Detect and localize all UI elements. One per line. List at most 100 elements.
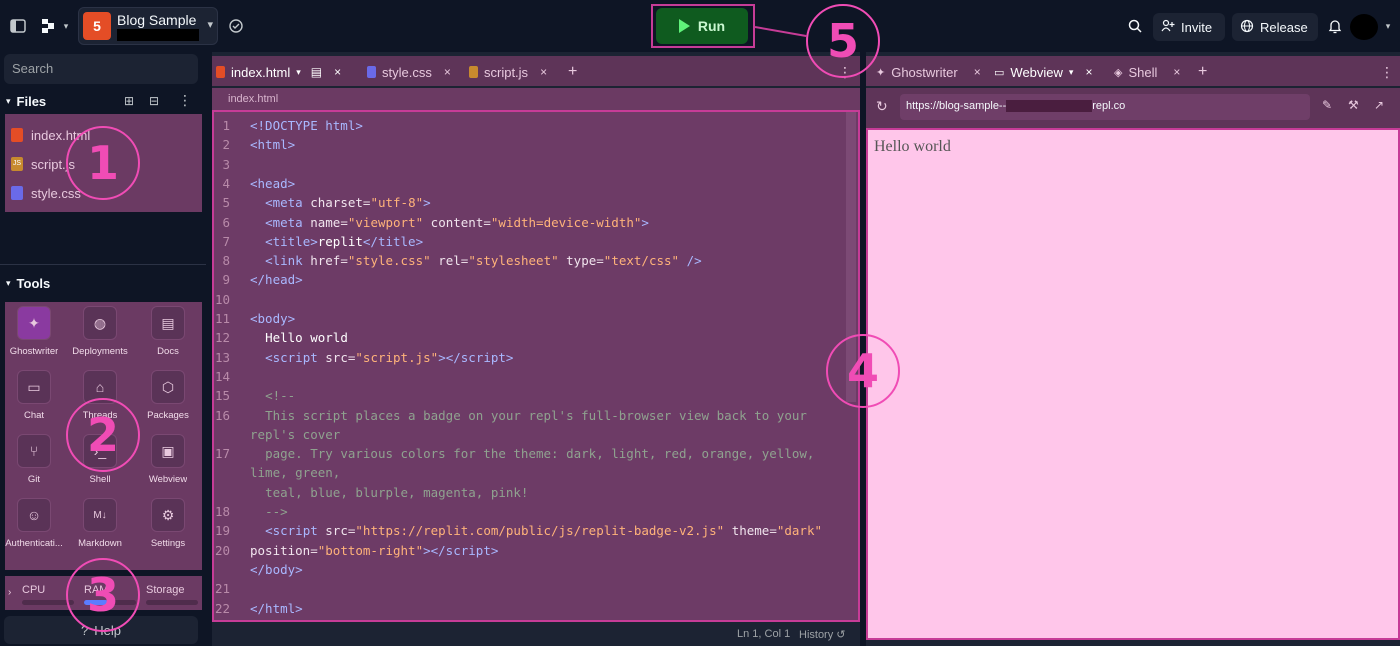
invite-label: Invite <box>1181 19 1213 35</box>
tool-label: Webview <box>148 474 188 485</box>
edit-icon[interactable]: ✎ <box>1322 98 1332 112</box>
line-number: 4 <box>222 175 230 191</box>
tab-label: index.html <box>231 64 291 80</box>
code-text: <meta name="viewport" content="width=dev… <box>265 214 649 230</box>
close-icon[interactable]: × <box>1173 65 1180 79</box>
code-area[interactable]: 1 <!DOCTYPE html> 2 <html> 3 4 <head> 5 <meta c… <box>212 110 860 635</box>
files-title: Files <box>16 94 47 109</box>
tab-ghostwriter[interactable]: ✦ Ghostwriter × <box>876 60 981 84</box>
repl-name: Blog Sample <box>117 12 197 28</box>
files-section-header[interactable]: ▾ Files <box>6 94 46 109</box>
tab-label: style.css <box>382 64 432 80</box>
preview-icon[interactable]: ▤ <box>311 65 322 79</box>
devtools-icon[interactable]: ⚒ <box>1348 98 1359 112</box>
tools-section-header[interactable]: ▾ Tools <box>6 276 50 291</box>
refresh-icon[interactable]: ↻ <box>876 98 888 115</box>
docs-icon: ▤ <box>151 306 185 340</box>
release-button[interactable]: Release <box>1232 13 1318 41</box>
html5-icon: 5 <box>83 12 111 40</box>
chevron-down-icon: ▾ <box>207 19 213 31</box>
close-icon[interactable]: × <box>1085 65 1092 79</box>
tool-docs[interactable]: ▤ Docs <box>135 306 201 366</box>
tool-markdown[interactable]: M↓ Markdown <box>67 498 133 558</box>
more-options-icon[interactable]: ⋮ <box>1380 60 1394 84</box>
authentication-icon: ☺ <box>17 498 51 532</box>
code-text: <!-- <box>265 388 296 404</box>
chevron-down-icon[interactable]: ▾ <box>56 16 76 36</box>
file-item-style-css[interactable]: style.css <box>11 182 81 204</box>
callout-connector <box>754 26 807 38</box>
new-tab-icon[interactable]: + <box>568 60 577 84</box>
editor-tab-bar: index.html ▾ ▤ × style.css × script.js ×… <box>212 56 860 86</box>
tool-label: Git <box>27 474 41 485</box>
line-number: 10 <box>214 291 230 307</box>
search-input[interactable]: Search <box>4 54 198 84</box>
sidebar-toggle-icon[interactable] <box>8 16 28 36</box>
tool-git[interactable]: ⑂ Git <box>1 434 67 494</box>
tool-deployments[interactable]: ◍ Deployments <box>67 306 133 366</box>
webview-content[interactable]: Hello world <box>866 128 1400 640</box>
new-file-icon[interactable]: ⊞ <box>124 94 134 108</box>
code-text: <meta charset="utf-8"> <box>265 195 431 211</box>
repl-switcher[interactable]: 5 Blog Sample ▾ <box>78 7 218 45</box>
code-editor-pane: index.html ▾ ▤ × style.css × script.js ×… <box>212 52 860 646</box>
line-number: 13 <box>214 349 230 365</box>
tool-packages[interactable]: ⬡ Packages <box>135 370 201 430</box>
url-prefix: https://blog-sample-- <box>906 100 1007 112</box>
chevron-down-icon: ▾ <box>6 278 11 288</box>
replit-logo-icon[interactable] <box>38 16 58 36</box>
tab-shell[interactable]: ◈ Shell × <box>1114 60 1180 84</box>
history-button[interactable]: History ↺ <box>799 628 846 641</box>
close-icon[interactable]: × <box>540 65 547 79</box>
search-icon[interactable] <box>1125 16 1145 36</box>
close-icon[interactable]: × <box>974 65 981 79</box>
html-file-icon <box>11 128 23 142</box>
tab-style-css[interactable]: style.css × <box>367 60 451 84</box>
avatar[interactable] <box>1350 14 1378 40</box>
cpu-label: CPU <box>22 584 46 596</box>
new-tab-icon[interactable]: + <box>1198 60 1207 84</box>
callout-3: 3 <box>66 558 140 632</box>
tool-label: Authenticati... <box>5 538 63 549</box>
line-number: 8 <box>222 253 230 269</box>
chevron-down-icon[interactable]: ▾ <box>1378 16 1398 36</box>
line-number: 18 <box>214 504 230 519</box>
webview-icon: ▣ <box>151 434 185 468</box>
tools-title: Tools <box>16 276 51 291</box>
tool-authentication[interactable]: ☺ Authenticati... <box>1 498 67 558</box>
more-options-icon[interactable]: ⋮ <box>178 92 192 109</box>
new-folder-icon[interactable]: ⊟ <box>149 94 159 108</box>
line-number: 12 <box>214 330 230 346</box>
breadcrumb[interactable]: index.html <box>212 88 860 110</box>
line-number: 5 <box>222 195 230 211</box>
close-icon[interactable]: × <box>334 65 341 79</box>
tab-webview[interactable]: ▭ Webview ▾ × <box>994 60 1092 84</box>
close-icon[interactable]: × <box>444 65 451 79</box>
bell-icon[interactable] <box>1325 16 1345 36</box>
url-suffix: repl.co <box>1092 100 1126 112</box>
tab-script-js[interactable]: script.js × <box>469 60 547 84</box>
tab-index-html[interactable]: index.html ▾ ▤ × <box>216 60 341 84</box>
tool-webview[interactable]: ▣ Webview <box>135 434 201 494</box>
cursor-position[interactable]: Ln 1, Col 1 <box>737 628 790 640</box>
tool-ghostwriter[interactable]: ✦ Ghostwriter <box>1 306 67 366</box>
code-text: <body> <box>250 311 296 326</box>
file-name: style.css <box>31 185 81 201</box>
js-file-icon <box>469 66 478 78</box>
line-number: 22 <box>214 600 230 616</box>
chevron-down-icon: ▾ <box>6 96 11 106</box>
tool-label: Markdown <box>78 538 122 549</box>
tool-chat[interactable]: ▭ Chat <box>1 370 67 430</box>
redacted-owner <box>117 29 199 41</box>
url-bar[interactable]: https://blog-sample-- repl.co <box>900 94 1310 120</box>
html-file-icon <box>216 66 225 78</box>
tool-settings[interactable]: ⚙ Settings <box>135 498 201 558</box>
css-file-icon <box>11 186 23 200</box>
redacted-url-part <box>1006 100 1093 113</box>
code-text: lime, green, <box>250 465 341 481</box>
sync-status-icon[interactable] <box>226 16 246 36</box>
invite-button[interactable]: Invite <box>1153 13 1225 41</box>
open-new-tab-icon[interactable]: ↗ <box>1374 98 1384 112</box>
divider <box>0 264 206 265</box>
ghostwriter-icon: ✦ <box>17 306 51 340</box>
